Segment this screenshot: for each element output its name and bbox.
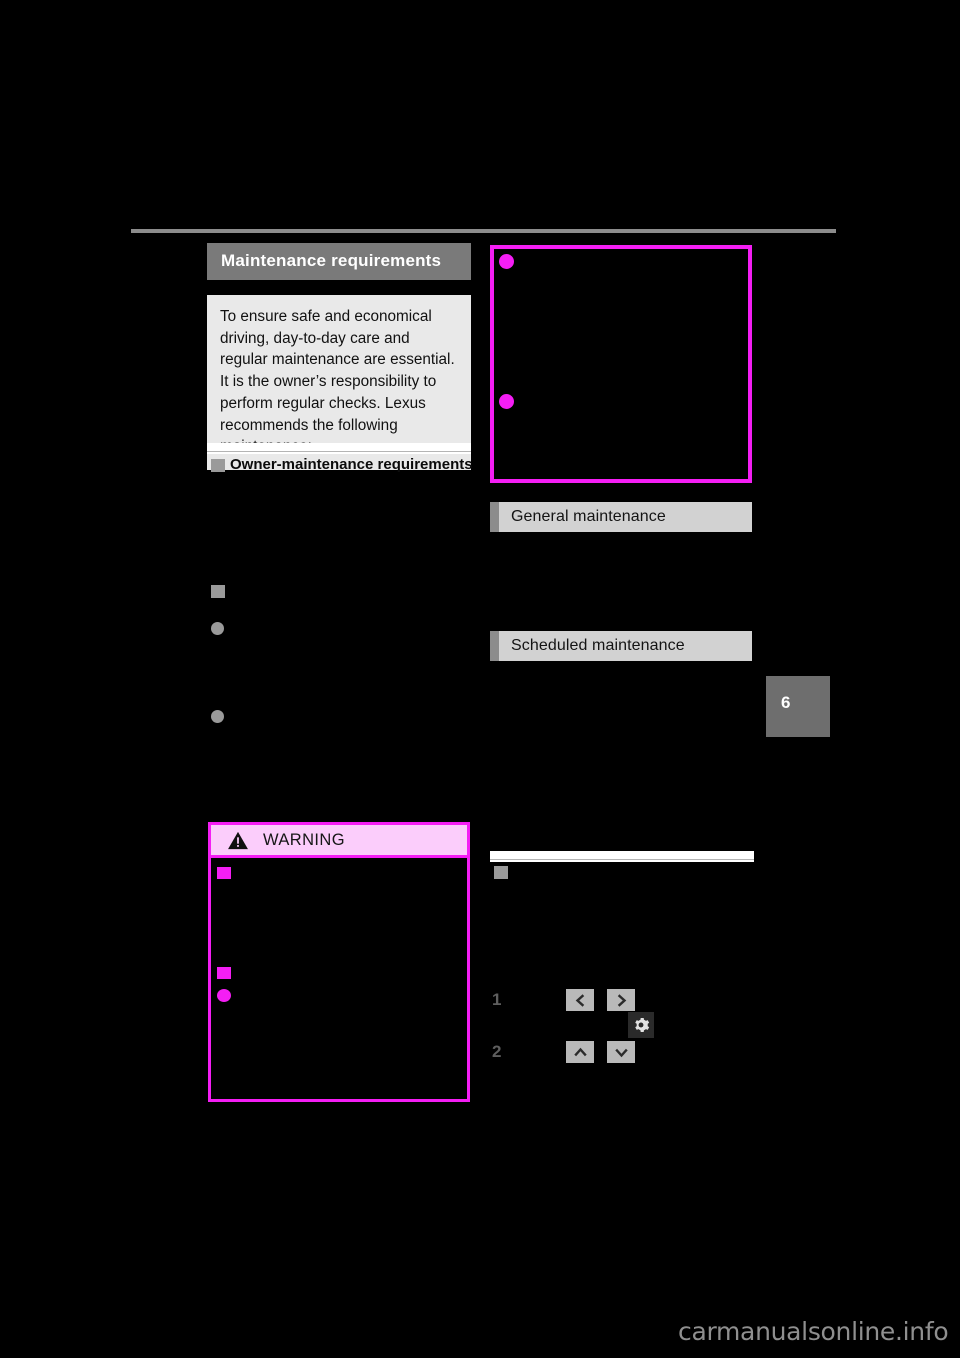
warning-header: WARNING — [211, 825, 467, 858]
bullet-marker-1 — [211, 622, 224, 635]
step-number-1: 1 — [492, 990, 502, 1009]
gear-icon[interactable] — [628, 1012, 654, 1038]
left-column: Maintenance requirements To ensure safe … — [207, 243, 471, 471]
warning-marker-2 — [217, 967, 231, 979]
warning-marker-3 — [217, 989, 231, 1002]
chevron-right-icon[interactable] — [607, 989, 635, 1011]
subheading-marker-1 — [211, 459, 225, 472]
warning-label: WARNING — [263, 830, 345, 849]
heading-accent-tab — [490, 631, 499, 661]
page-title: Maintenance requirements — [207, 243, 471, 280]
heading-scheduled-maintenance-label: Scheduled maintenance — [511, 637, 685, 654]
header-rule — [131, 229, 836, 233]
warning-callout: WARNING — [208, 822, 470, 1102]
heading-general-maintenance: General maintenance — [490, 502, 752, 532]
subheading-marker-3 — [494, 866, 508, 879]
warning-body — [211, 858, 467, 1132]
subheading-owner-maintenance: Owner‑maintenance requirements — [230, 456, 473, 473]
heading-scheduled-maintenance: Scheduled maintenance — [490, 631, 752, 661]
warning-triangle-icon — [228, 831, 248, 849]
step-row-1: 1 — [492, 989, 648, 1011]
figure-callout-dot-1 — [499, 254, 514, 269]
section-divider-right — [490, 851, 754, 862]
heading-accent-tab — [490, 502, 499, 532]
step-row-2: 2 — [492, 1041, 648, 1063]
figure-illustration — [490, 245, 752, 483]
chevron-down-icon[interactable] — [607, 1041, 635, 1063]
chevron-left-icon[interactable] — [566, 989, 594, 1011]
section-divider-left — [207, 443, 471, 454]
heading-general-maintenance-label: General maintenance — [511, 508, 666, 525]
warning-marker-1 — [217, 867, 231, 879]
bullet-marker-2 — [211, 710, 224, 723]
watermark: carmanualsonline.info — [678, 1317, 949, 1346]
step-number-2: 2 — [492, 1042, 502, 1061]
subheading-marker-2 — [211, 585, 225, 598]
figure-callout-dot-2 — [499, 394, 514, 409]
manual-page: Maintenance requirements To ensure safe … — [0, 0, 960, 1358]
chapter-tab: 6 — [766, 676, 830, 737]
chevron-up-icon[interactable] — [566, 1041, 594, 1063]
